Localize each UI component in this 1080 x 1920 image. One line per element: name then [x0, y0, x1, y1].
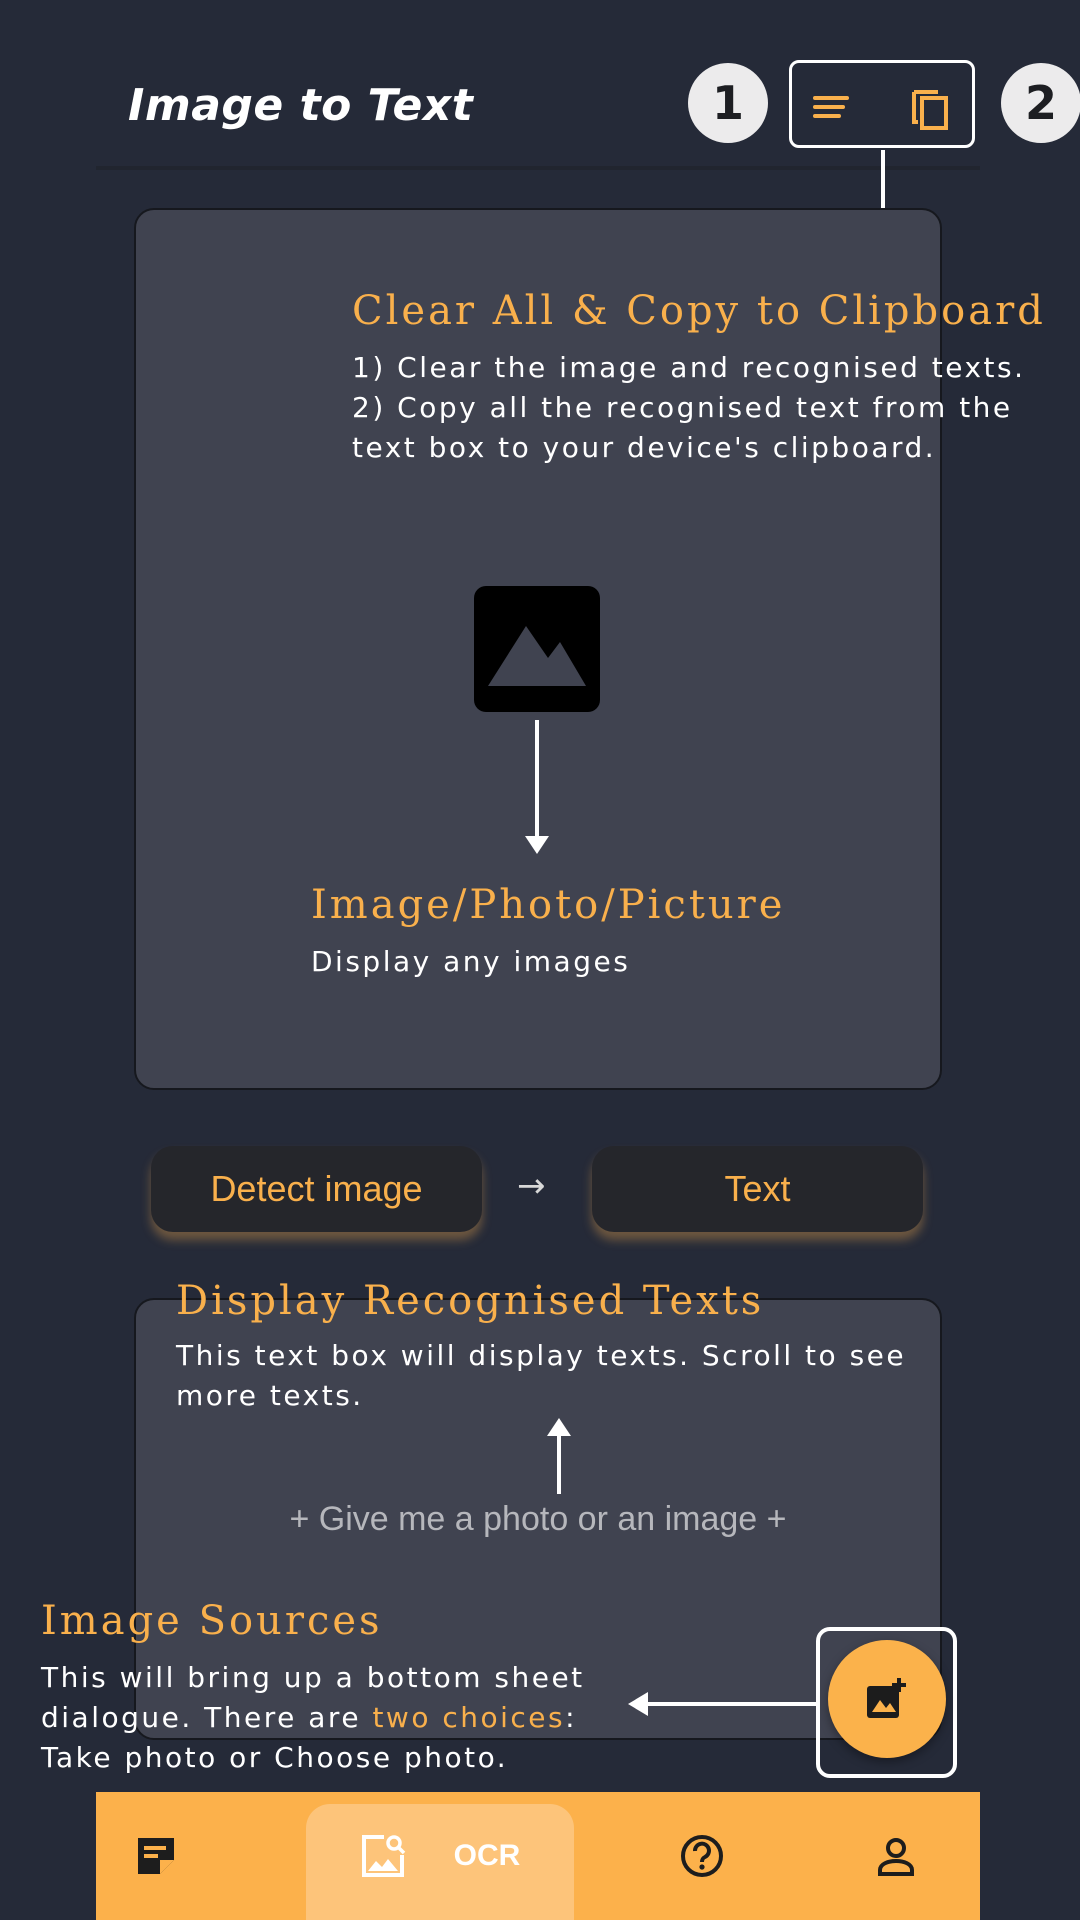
sources-hint-line2: dialogue. There are two choices: — [41, 1698, 585, 1738]
texts-hint-body: This text box will display texts. Scroll… — [176, 1336, 906, 1416]
clear-all-icon — [813, 96, 849, 118]
step-badge-1: 1 — [688, 63, 768, 143]
texts-arrow-head — [547, 1418, 571, 1436]
add-photo-icon — [867, 1678, 906, 1718]
sources-hint-line1: This will bring up a bottom sheet — [41, 1661, 585, 1694]
sources-hint-line2-pre: dialogue. There are — [41, 1701, 373, 1734]
sources-hint-line3: Take photo or Choose photo. — [41, 1741, 509, 1774]
help-icon — [681, 1835, 723, 1877]
sources-hint-title: Image Sources — [41, 1598, 383, 1644]
fab-arrow-line — [644, 1702, 816, 1706]
add-image-fab[interactable] — [828, 1640, 946, 1758]
app-title: Image to Text — [128, 80, 474, 131]
clear-copy-hint-line2: 2) Copy all the recognised text from the — [352, 391, 1013, 424]
text-button[interactable]: Text — [592, 1146, 923, 1232]
topbar-divider — [96, 166, 980, 170]
image-hint-body: Display any images — [311, 945, 631, 978]
step-badge-2: 2 — [1001, 63, 1080, 143]
image-arrow-head — [525, 836, 549, 854]
toolbar-highlight — [789, 60, 975, 148]
nav-item-notes[interactable] — [96, 1792, 216, 1920]
sources-hint-line2-post: : — [565, 1701, 578, 1734]
clear-copy-hint-title: Clear All & Copy to Clipboard — [352, 288, 1046, 334]
image-search-icon — [361, 1835, 405, 1877]
sources-hint-body: This will bring up a bottom sheet dialog… — [41, 1658, 585, 1778]
texts-hint-line2: more texts. — [176, 1379, 364, 1412]
detect-image-button[interactable]: Detect image — [151, 1146, 482, 1232]
person-icon — [878, 1838, 914, 1876]
nav-item-ocr[interactable]: OCR — [306, 1804, 574, 1920]
image-arrow-line — [535, 720, 539, 840]
text-box-placeholder: + Give me a photo or an image + — [289, 1500, 787, 1538]
clear-copy-hint-body: 1) Clear the image and recognised texts.… — [352, 348, 1026, 468]
texts-hint-line1: This text box will display texts. Scroll… — [176, 1339, 907, 1372]
nav-ocr-label: OCR — [453, 1839, 521, 1872]
nav-ocr-content: OCR — [306, 1792, 574, 1920]
image-placeholder-icon — [474, 586, 600, 712]
clear-copy-hint-line3: text box to your device's clipboard. — [352, 431, 937, 464]
flow-arrow: → — [517, 1166, 546, 1206]
image-hint-title: Image/Photo/Picture — [311, 882, 786, 928]
texts-hint-title: Display Recognised Texts — [176, 1278, 765, 1324]
sources-hint-highlight: two choices — [372, 1701, 566, 1734]
nav-item-help[interactable] — [656, 1792, 748, 1920]
copy-button[interactable] — [908, 85, 952, 130]
clear-all-button[interactable] — [810, 85, 854, 129]
texts-arrow-line — [557, 1434, 561, 1494]
copy-icon — [912, 90, 948, 130]
bottom-nav: OCR — [96, 1792, 980, 1920]
clear-copy-hint-line1: 1) Clear the image and recognised texts. — [352, 351, 1026, 384]
nav-item-profile[interactable] — [856, 1792, 936, 1920]
note-icon — [138, 1838, 174, 1874]
